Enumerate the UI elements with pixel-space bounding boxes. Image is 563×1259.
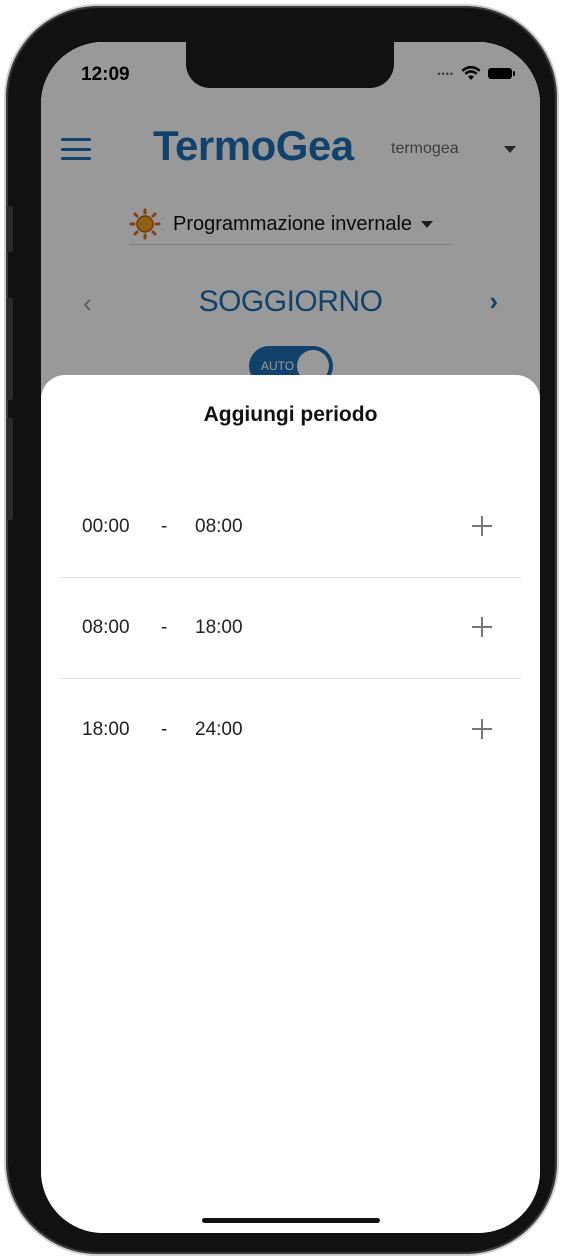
period-separator: - <box>161 719 168 740</box>
sheet-title: Aggiungi periodo <box>203 403 378 426</box>
notch <box>186 42 394 88</box>
period-separator: - <box>161 516 168 537</box>
period-end: 24:00 <box>195 719 243 740</box>
home-indicator[interactable] <box>202 1218 380 1223</box>
phone-frame: 12:09 •••• TermoGea termogea Programmazi… <box>6 6 557 1254</box>
add-period-plus-icon[interactable] <box>472 617 492 637</box>
add-period-plus-icon[interactable] <box>472 719 492 739</box>
volume-down-button <box>7 418 13 520</box>
period-start: 18:00 <box>82 719 130 740</box>
screen: 12:09 •••• TermoGea termogea Programmazi… <box>41 42 540 1233</box>
add-period-sheet: Aggiungi periodo 00:00 - 08:00 08:00 - 1… <box>41 375 540 1233</box>
period-row[interactable]: 18:00 - 24:00 <box>60 679 521 780</box>
period-separator: - <box>161 617 168 638</box>
period-start: 08:00 <box>82 617 130 638</box>
period-end: 08:00 <box>195 516 243 537</box>
period-row[interactable]: 08:00 - 18:00 <box>60 577 521 679</box>
period-end: 18:00 <box>195 617 243 638</box>
volume-up-button <box>7 298 13 400</box>
period-row[interactable]: 00:00 - 08:00 <box>60 476 521 578</box>
add-period-plus-icon[interactable] <box>472 516 492 536</box>
period-start: 00:00 <box>82 516 130 537</box>
mute-switch <box>7 206 13 252</box>
